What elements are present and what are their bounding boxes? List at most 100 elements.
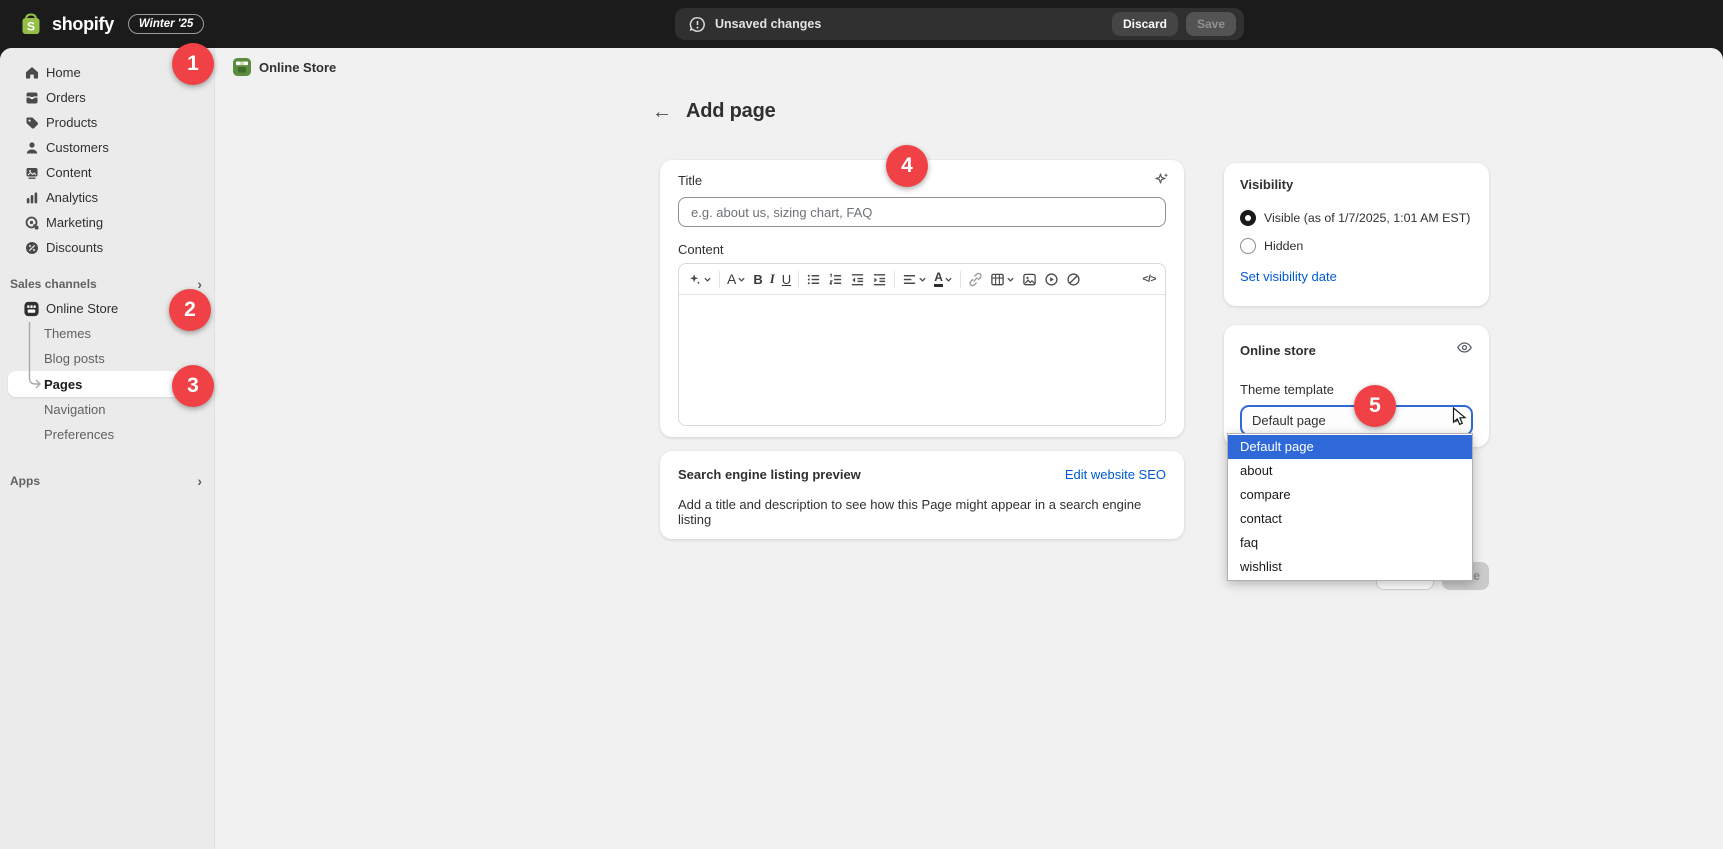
chevron-down-icon <box>737 275 746 284</box>
magic-sparkle-icon[interactable] <box>688 272 712 286</box>
sidebar-item-label: Discounts <box>46 240 103 255</box>
seo-card-title: Search engine listing preview <box>678 467 1065 482</box>
link-icon[interactable] <box>968 272 983 287</box>
customers-icon <box>23 139 40 156</box>
dropdown-option-compare[interactable]: compare <box>1228 483 1472 507</box>
seo-description: Add a title and description to see how t… <box>678 497 1166 527</box>
underline-button[interactable]: U <box>782 272 791 287</box>
sidebar-nav: Home Orders Products Customers Content A… <box>0 48 215 849</box>
theme-template-selected-value: Default page <box>1252 413 1451 428</box>
chevron-down-icon <box>703 275 712 284</box>
alignment-icon[interactable] <box>902 272 927 287</box>
table-icon[interactable] <box>990 272 1015 287</box>
sidebar-item-label: Customers <box>46 140 109 155</box>
products-icon <box>23 114 40 131</box>
title-input[interactable] <box>678 197 1166 227</box>
chevron-right-icon: › <box>197 277 202 291</box>
analytics-icon <box>23 189 40 206</box>
discard-button[interactable]: Discard <box>1112 12 1178 36</box>
dropdown-option-about[interactable]: about <box>1228 459 1472 483</box>
shopify-wordmark: shopify <box>52 14 114 35</box>
sidebar-item-label: Content <box>46 165 92 180</box>
apps-header[interactable]: Apps › <box>0 469 214 493</box>
bold-button[interactable]: B <box>753 272 762 287</box>
text-style-button[interactable]: A <box>727 271 746 287</box>
sidebar-item-preferences[interactable]: Preferences <box>0 422 214 447</box>
sidebar-item-label: Analytics <box>46 190 98 205</box>
content-icon <box>23 164 40 181</box>
editor-content-area[interactable] <box>679 295 1165 426</box>
dropdown-option-wishlist[interactable]: wishlist <box>1228 555 1472 579</box>
dropdown-option-contact[interactable]: contact <box>1228 507 1472 531</box>
video-icon[interactable] <box>1044 272 1059 287</box>
alert-icon <box>689 16 706 33</box>
dropdown-option-faq[interactable]: faq <box>1228 531 1472 555</box>
breadcrumb-label: Online Store <box>259 60 336 75</box>
edit-website-seo-link[interactable]: Edit website SEO <box>1065 467 1166 482</box>
visible-radio-row[interactable]: Visible (as of 1/7/2025, 1:01 AM EST) <box>1240 210 1473 226</box>
top-bar: S shopify Winter '25 Unsaved changes Dis… <box>0 0 1723 48</box>
visibility-card: Visibility Visible (as of 1/7/2025, 1:01… <box>1224 163 1489 306</box>
shopify-bag-icon: S <box>18 11 44 37</box>
home-icon <box>23 64 40 81</box>
annotation-badge-2: 2 <box>169 289 211 331</box>
set-visibility-date-link[interactable]: Set visibility date <box>1240 269 1337 284</box>
sidebar-item-content[interactable]: Content <box>0 160 214 185</box>
sidebar-item-marketing[interactable]: Marketing <box>0 210 214 235</box>
annotation-badge-3: 3 <box>172 365 214 407</box>
seo-preview-card: Search engine listing preview Edit websi… <box>660 451 1184 539</box>
chevron-down-icon <box>1451 412 1461 430</box>
unsaved-changes-label: Unsaved changes <box>715 17 821 31</box>
eye-icon[interactable] <box>1456 339 1473 361</box>
shopify-logo[interactable]: S shopify Winter '25 <box>18 11 204 37</box>
version-badge: Winter '25 <box>128 14 204 34</box>
theme-template-dropdown: Default page about compare contact faq w… <box>1227 433 1473 581</box>
online-store-card-title: Online store <box>1240 343 1456 358</box>
annotation-badge-5: 5 <box>1354 385 1396 427</box>
indent-icon[interactable] <box>872 272 887 287</box>
breadcrumb[interactable]: Online Store <box>232 57 336 77</box>
dropdown-option-default-page[interactable]: Default page <box>1228 435 1472 459</box>
rich-text-editor: A B I U A <box>678 263 1166 426</box>
page-form-card: Title Content A B I U <box>660 160 1184 437</box>
annotation-badge-1: 1 <box>172 43 214 85</box>
bulleted-list-icon[interactable] <box>806 272 821 287</box>
text-color-button[interactable]: A <box>934 271 953 287</box>
radio-selected-icon[interactable] <box>1240 210 1256 226</box>
annotation-badge-4: 4 <box>886 145 928 187</box>
svg-text:S: S <box>27 20 35 34</box>
save-button-topbar[interactable]: Save <box>1186 12 1236 36</box>
sidebar-item-label: Marketing <box>46 215 103 230</box>
image-icon[interactable] <box>1022 272 1037 287</box>
sidebar-item-orders[interactable]: Orders <box>0 85 214 110</box>
editor-toolbar: A B I U A <box>679 264 1165 295</box>
magic-sparkle-icon[interactable] <box>1154 171 1170 192</box>
sidebar-item-products[interactable]: Products <box>0 110 214 135</box>
content-field-label: Content <box>678 242 1166 257</box>
sidebar-item-analytics[interactable]: Analytics <box>0 185 214 210</box>
chevron-down-icon <box>944 275 953 284</box>
nav-tree-connector <box>28 322 44 396</box>
hidden-radio-row[interactable]: Hidden <box>1240 238 1473 254</box>
sidebar-item-label: Home <box>46 65 81 80</box>
italic-button[interactable]: I <box>770 271 775 287</box>
sidebar-item-customers[interactable]: Customers <box>0 135 214 160</box>
page-title: Add page <box>686 100 776 123</box>
radio-unselected-icon[interactable] <box>1240 238 1256 254</box>
visibility-card-title: Visibility <box>1240 177 1473 192</box>
outdent-icon[interactable] <box>850 272 865 287</box>
online-store-green-icon <box>232 57 252 77</box>
back-arrow-icon[interactable]: ← <box>652 102 672 122</box>
code-view-button[interactable]: </> <box>1142 273 1156 285</box>
online-store-icon <box>23 300 40 317</box>
online-store-card: Online store Theme template Default page <box>1224 325 1489 447</box>
clear-formatting-icon[interactable] <box>1066 272 1081 287</box>
sidebar-item-discounts[interactable]: Discounts <box>0 235 214 260</box>
discounts-icon <box>23 239 40 256</box>
chevron-right-icon: › <box>197 474 202 488</box>
sidebar-item-label: Products <box>46 115 97 130</box>
marketing-icon <box>23 214 40 231</box>
chevron-down-icon <box>1006 275 1015 284</box>
chevron-down-icon <box>918 275 927 284</box>
numbered-list-icon[interactable] <box>828 272 843 287</box>
